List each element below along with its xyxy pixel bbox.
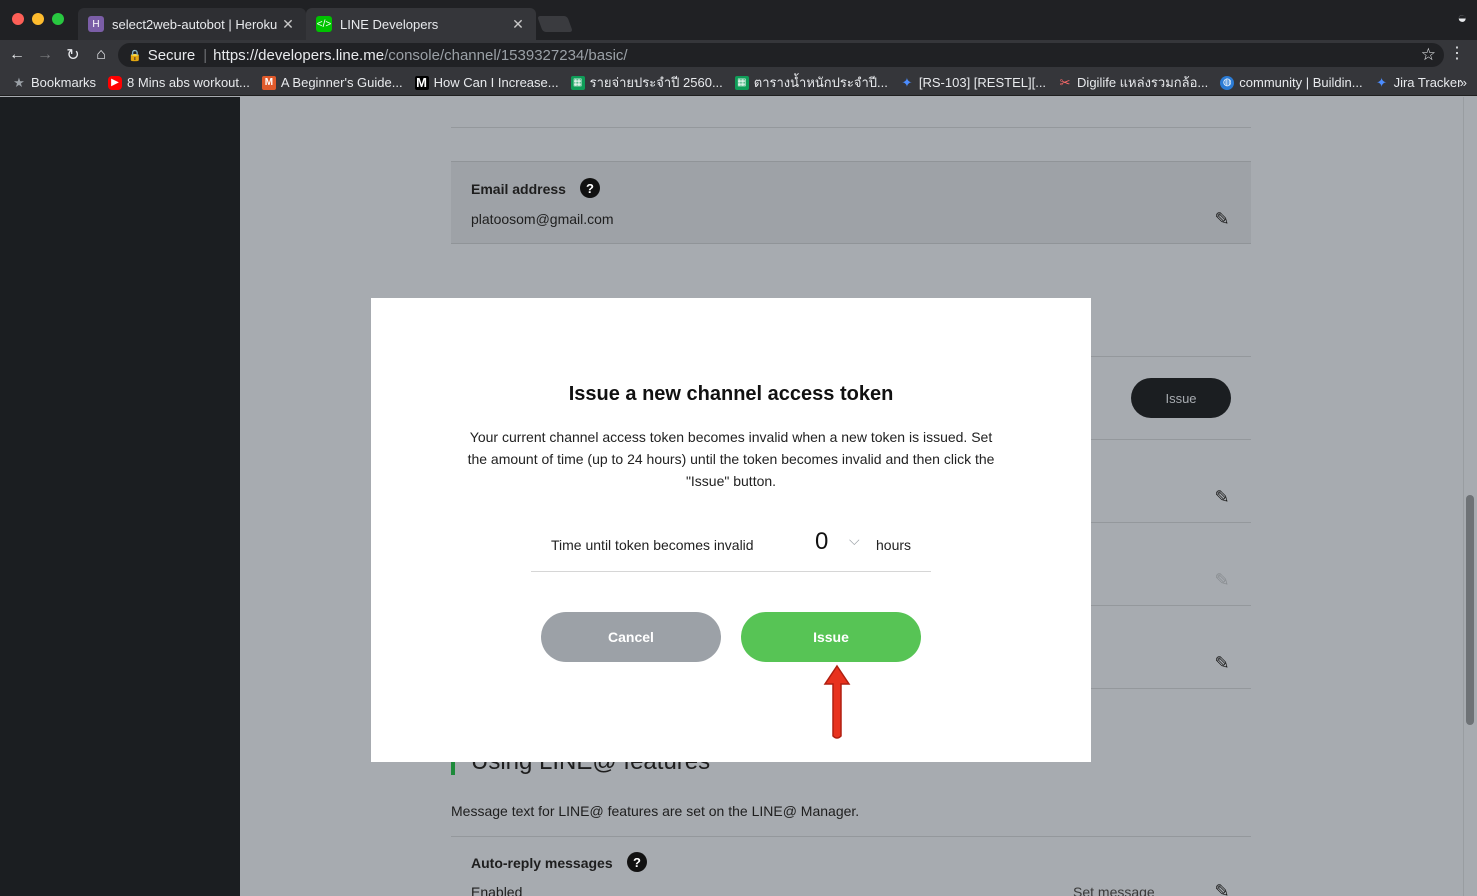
- scrollbar-thumb[interactable]: [1466, 495, 1474, 725]
- address-bar[interactable]: 🔒 Secure | https://developers.line.me/co…: [118, 43, 1444, 67]
- bookmark-item[interactable]: ✦ [RS-103] [RESTEL][...: [900, 74, 1047, 91]
- modal-description: Your current channel access token become…: [467, 429, 995, 489]
- set-message-link[interactable]: Set message: [1073, 884, 1155, 896]
- browser-toolbar: ← → ↻ ⌂ 🔒 Secure | https://developers.li…: [0, 40, 1477, 70]
- bookmark-label: Digilife แหล่งรวมกล้อ...: [1077, 75, 1209, 90]
- secure-label: Secure: [147, 46, 196, 64]
- tab-title: LINE Developers: [340, 16, 439, 32]
- left-sidebar: [0, 97, 240, 896]
- close-icon[interactable]: ✕: [510, 16, 526, 33]
- menu-dots-icon[interactable]: ⋮: [1449, 43, 1465, 63]
- new-tab-button[interactable]: [537, 16, 573, 32]
- lock-icon: 🔒: [128, 49, 142, 62]
- section-description: Message text for LINE@ features are set …: [451, 803, 860, 819]
- bookmark-item[interactable]: ▦ ตารางน้ำหนักประจำปี...: [734, 72, 888, 93]
- chevron-down-icon[interactable]: ⌵: [849, 532, 860, 549]
- help-icon[interactable]: ?: [627, 852, 647, 872]
- modal-title: Issue a new channel access token: [568, 383, 894, 405]
- edit-pencil-icon[interactable]: ✎: [1211, 208, 1233, 230]
- tab-line-developers[interactable]: </> LINE Developers ✕: [306, 8, 536, 40]
- sheets-icon: ▦: [734, 75, 749, 90]
- bookmark-item[interactable]: ✂ Digilife แหล่งรวมกล้อ...: [1058, 72, 1209, 93]
- cancel-button[interactable]: Cancel: [541, 612, 721, 662]
- globe-icon: ◍: [1220, 75, 1235, 90]
- medium-m-icon: M: [261, 75, 276, 90]
- bookmark-item[interactable]: M How Can I Increase...: [414, 75, 559, 90]
- bookmarks-overflow-button[interactable]: »: [1460, 75, 1467, 90]
- hours-unit-label: hours: [876, 537, 912, 553]
- url-path: /console/channel/1539327234/basic/: [384, 46, 628, 64]
- heroku-icon: H: [88, 16, 104, 32]
- issue-button[interactable]: Issue: [741, 612, 921, 662]
- token-expiry-row: Time until token becomes invalid 0 ⌵ hou…: [531, 520, 931, 572]
- divider: [451, 127, 1251, 128]
- separator: |: [203, 46, 208, 64]
- tab-title: select2web-autobot | Heroku: [112, 16, 278, 32]
- bookmark-item[interactable]: ▶ 8 Mins abs workout...: [108, 75, 250, 90]
- maximize-window-button[interactable]: [52, 13, 64, 25]
- url-host: https://developers.line.me: [213, 46, 385, 64]
- scissors-icon: ✂: [1059, 74, 1071, 90]
- divider: [451, 836, 1251, 837]
- edit-pencil-icon[interactable]: ✎: [1211, 652, 1233, 674]
- bookmark-label: 8 Mins abs workout...: [127, 75, 250, 90]
- bookmarks-bar: ★ Bookmarks ▶ 8 Mins abs workout... M A …: [0, 70, 1477, 96]
- email-value: platoosom@gmail.com: [471, 211, 614, 227]
- jira-icon: ✦: [901, 74, 913, 90]
- close-icon[interactable]: ✕: [280, 16, 296, 33]
- hours-select[interactable]: 0: [815, 528, 828, 556]
- bookmark-item[interactable]: M A Beginner's Guide...: [261, 75, 403, 90]
- browser-tab-bar: H select2web-autobot | Heroku ✕ </> LINE…: [0, 0, 1477, 40]
- email-label: Email address: [471, 181, 566, 197]
- issue-token-button[interactable]: Issue: [1131, 378, 1231, 418]
- auto-reply-value: Enabled: [471, 884, 523, 896]
- reload-icon[interactable]: ↻: [62, 44, 84, 66]
- star-icon: ★: [13, 74, 25, 90]
- close-window-button[interactable]: [12, 13, 24, 25]
- bookmark-item[interactable]: ✦ Jira Tracker: [1375, 74, 1462, 91]
- bookmark-label: Bookmarks: [31, 75, 97, 90]
- edit-pencil-icon[interactable]: ✎: [1211, 880, 1233, 896]
- back-arrow-icon[interactable]: ←: [6, 44, 28, 66]
- bookmark-item[interactable]: ★ Bookmarks: [12, 74, 97, 91]
- bookmark-star-icon[interactable]: ☆: [1421, 45, 1436, 65]
- bookmark-label: รายจ่ายประจำปี 2560...: [589, 75, 723, 90]
- bookmark-label: ตารางน้ำหนักประจำปี...: [753, 75, 888, 90]
- bookmark-label: [RS-103] [RESTEL][...: [918, 75, 1047, 90]
- bookmark-label: How Can I Increase...: [433, 75, 559, 90]
- bookmark-label: A Beginner's Guide...: [280, 75, 403, 90]
- token-expiry-label: Time until token becomes invalid: [551, 537, 754, 553]
- edit-pencil-icon[interactable]: ✎: [1211, 486, 1233, 508]
- m-logo-icon: M: [414, 75, 429, 90]
- email-address-row: Email address ? platoosom@gmail.com ✎: [451, 161, 1251, 244]
- jira-icon: ✦: [1376, 74, 1388, 90]
- issue-token-modal: Issue a new channel access token Your cu…: [371, 298, 1091, 762]
- tab-heroku[interactable]: H select2web-autobot | Heroku ✕: [78, 8, 306, 40]
- auto-reply-label: Auto-reply messages: [471, 855, 613, 871]
- incognito-icon: ◒: [1457, 10, 1467, 27]
- sheets-icon: ▦: [570, 75, 585, 90]
- bookmark-item[interactable]: ◍ community | Buildin...: [1220, 75, 1363, 90]
- home-icon[interactable]: ⌂: [90, 44, 112, 66]
- red-arrow-annotation: [823, 664, 851, 739]
- bookmark-label: community | Buildin...: [1239, 75, 1363, 90]
- bookmark-item[interactable]: ▦ รายจ่ายประจำปี 2560...: [570, 72, 723, 93]
- bookmark-label: Jira Tracker: [1393, 75, 1462, 90]
- forward-arrow-icon[interactable]: →: [34, 44, 56, 66]
- youtube-icon: ▶: [108, 75, 123, 90]
- minimize-window-button[interactable]: [32, 13, 44, 25]
- help-icon[interactable]: ?: [580, 178, 600, 198]
- edit-pencil-icon: ✎: [1214, 569, 1230, 590]
- code-icon: </>: [316, 16, 332, 32]
